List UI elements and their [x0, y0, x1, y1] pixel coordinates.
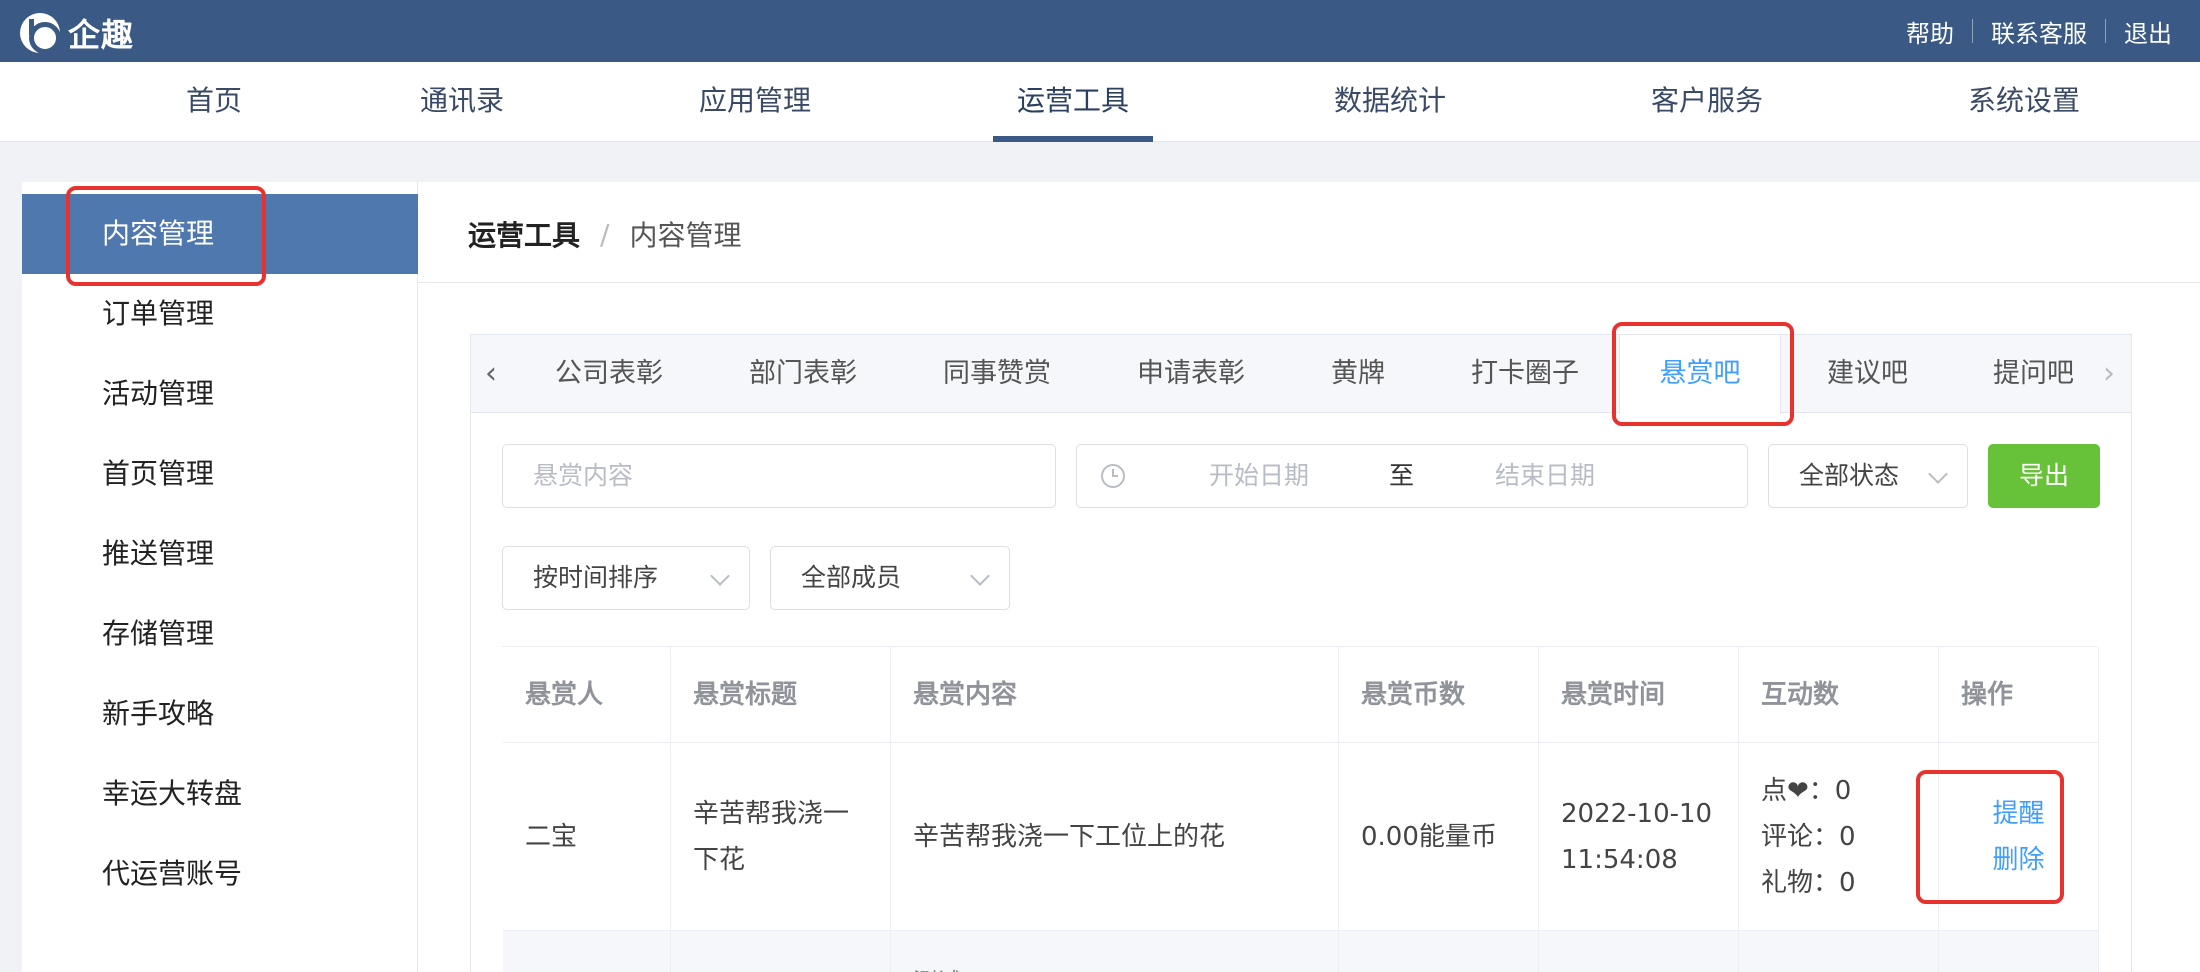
start-date-field[interactable]: 开始日期	[1209, 445, 1309, 507]
top-bar: 企趣 帮助 联系客服 退出	[0, 0, 2200, 62]
table-row: 二宝 辛苦帮我浇一 下花 辛苦帮我浇一下工位上的花 0.00能量币 2022-1…	[503, 743, 2099, 931]
logo-icon	[20, 13, 61, 54]
remind-button[interactable]: 提醒	[1992, 791, 2044, 837]
nav-customer-service[interactable]: 客户服务	[1651, 62, 1763, 142]
column-header: 悬赏标题	[671, 647, 891, 743]
table-cell	[1939, 931, 2099, 972]
table-header-row: 悬赏人 悬赏标题 悬赏内容 悬赏币数 悬赏时间 互动数 操作	[503, 647, 2099, 743]
bounty-content-cell: 测试	[891, 931, 1339, 972]
status-select-value: 全部状态	[1799, 461, 1900, 490]
breadcrumb-current: 内容管理	[629, 219, 742, 252]
column-header: 悬赏人	[503, 647, 671, 743]
date-range-separator: 至	[1389, 461, 1415, 490]
main-nav: 首页 通讯录 应用管理 运营工具 数据统计 客户服务 系统设置	[0, 62, 2200, 142]
bounty-table: 悬赏人 悬赏标题 悬赏内容 悬赏币数 悬赏时间 互动数 操作 二宝 辛苦帮我浇一…	[502, 646, 2099, 972]
sidebar-item-managed-account[interactable]: 代运营账号	[22, 834, 418, 914]
column-header: 悬赏时间	[1539, 647, 1739, 743]
sort-select[interactable]: 按时间排序	[502, 546, 750, 610]
clock-icon	[1101, 464, 1125, 488]
comments-count: 评论：0	[1761, 821, 1856, 852]
divider	[418, 282, 2200, 283]
sidebar-item-content-management[interactable]: 内容管理	[22, 194, 418, 274]
sort-select-value: 按时间排序	[533, 563, 659, 592]
logout-link[interactable]: 退出	[2106, 14, 2190, 49]
nav-contacts[interactable]: 通讯录	[420, 62, 504, 142]
column-header: 悬赏内容	[891, 647, 1339, 743]
sidebar-item-storage-management[interactable]: 存储管理	[22, 594, 418, 674]
contact-support-link[interactable]: 联系客服	[1973, 14, 2105, 49]
tabs-prev-icon[interactable]: ‹	[471, 335, 511, 413]
table-row: 测试	[503, 931, 2099, 972]
tab-bounty[interactable]: 悬赏吧	[1619, 335, 1781, 414]
bounty-clock-time: 11:54:08	[1561, 844, 1678, 875]
category-tabs: ‹ 公司表彰 部门表彰 同事赞赏 申请表彰 黄牌 打卡圈子 悬赏吧 建议吧 提问…	[471, 335, 2131, 414]
table-cell	[1339, 931, 1539, 972]
member-select[interactable]: 全部成员	[770, 546, 1010, 610]
bounty-content-partial: 测试	[913, 959, 961, 972]
column-header: 操作	[1939, 647, 2099, 743]
table-cell	[1539, 931, 1739, 972]
tab-checkin-circle[interactable]: 打卡圈子	[1471, 335, 1579, 413]
export-button[interactable]: 导出	[1988, 444, 2100, 508]
chevron-down-icon	[970, 566, 990, 586]
tab-yellow-card[interactable]: 黄牌	[1331, 335, 1385, 413]
nav-app-management[interactable]: 应用管理	[699, 62, 811, 142]
nav-active-indicator	[993, 136, 1153, 142]
tab-colleague-praise[interactable]: 同事赞赏	[943, 335, 1051, 413]
help-link[interactable]: 帮助	[1888, 14, 1972, 49]
bounty-date: 2022-10-10	[1561, 798, 1713, 829]
app-logo[interactable]: 企趣	[20, 10, 134, 56]
chevron-down-icon	[1928, 464, 1948, 484]
breadcrumb-separator: /	[600, 217, 610, 251]
nav-home[interactable]: 首页	[186, 62, 242, 142]
bounty-title-line: 辛苦帮我浇一	[693, 798, 850, 829]
breadcrumb: 运营工具 / 内容管理	[468, 214, 741, 254]
bounty-person-cell: 二宝	[503, 743, 671, 931]
end-date-field[interactable]: 结束日期	[1495, 445, 1595, 507]
gifts-count: 礼物：0	[1761, 867, 1856, 898]
bounty-title-line: 下花	[693, 844, 746, 875]
bounty-content-search-input[interactable]: 悬赏内容	[502, 444, 1056, 508]
table-cell	[671, 931, 891, 972]
bounty-coins-cell: 0.00能量币	[1339, 743, 1539, 931]
top-links: 帮助 联系客服 退出	[1888, 0, 2190, 62]
bounty-content-cell: 辛苦帮我浇一下工位上的花	[891, 743, 1339, 931]
bounty-time-cell: 2022-10-10 11:54:08	[1539, 743, 1739, 931]
logo-text: 企趣	[68, 16, 135, 54]
actions-cell: 提醒 删除	[1939, 743, 2099, 931]
likes-count: 点❤：0	[1761, 775, 1852, 806]
column-header: 悬赏币数	[1339, 647, 1539, 743]
tab-company-commendation[interactable]: 公司表彰	[555, 335, 663, 413]
sidebar: 内容管理 订单管理 活动管理 首页管理 推送管理 存储管理 新手攻略 幸运大转盘…	[22, 182, 418, 972]
bounty-title-cell: 辛苦帮我浇一 下花	[671, 743, 891, 931]
nav-operation-tools[interactable]: 运营工具	[1017, 62, 1129, 142]
sidebar-item-beginner-guide[interactable]: 新手攻略	[22, 674, 418, 754]
breadcrumb-parent[interactable]: 运营工具	[468, 214, 580, 254]
sidebar-item-lucky-wheel[interactable]: 幸运大转盘	[22, 754, 418, 834]
tab-suggestions[interactable]: 建议吧	[1827, 335, 1908, 413]
tabs-next-icon[interactable]: ›	[2089, 335, 2129, 413]
main-content: 运营工具 / 内容管理 ‹ 公司表彰 部门表彰 同事赞赏 申请表彰 黄牌 打卡圈…	[418, 182, 2200, 972]
delete-button[interactable]: 删除	[1992, 837, 2044, 883]
column-header: 互动数	[1739, 647, 1939, 743]
sidebar-item-push-management[interactable]: 推送管理	[22, 514, 418, 594]
tab-questions[interactable]: 提问吧	[1993, 335, 2074, 413]
tab-apply-commendation[interactable]: 申请表彰	[1137, 335, 1245, 413]
search-placeholder: 悬赏内容	[533, 461, 634, 490]
table-cell	[1739, 931, 1939, 972]
table-cell	[503, 931, 671, 972]
nav-system-settings[interactable]: 系统设置	[1968, 62, 2080, 142]
sidebar-item-homepage-management[interactable]: 首页管理	[22, 434, 418, 514]
status-select[interactable]: 全部状态	[1768, 444, 1968, 508]
member-select-value: 全部成员	[801, 563, 902, 592]
sidebar-item-activity-management[interactable]: 活动管理	[22, 354, 418, 434]
chevron-down-icon	[710, 566, 730, 586]
tab-department-commendation[interactable]: 部门表彰	[749, 335, 857, 413]
interaction-count-cell: 点❤：0 评论：0 礼物：0	[1739, 743, 1939, 931]
sidebar-item-order-management[interactable]: 订单管理	[22, 274, 418, 354]
nav-data-statistics[interactable]: 数据统计	[1334, 62, 1446, 142]
date-range-picker[interactable]: 开始日期 至 结束日期	[1076, 444, 1748, 508]
